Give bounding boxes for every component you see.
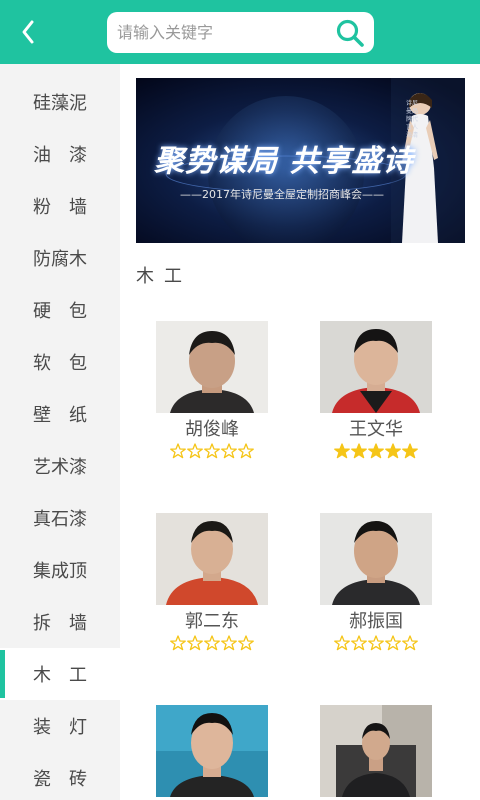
sidebar-item-art-paint[interactable]: 艺术漆 [0, 440, 120, 492]
sidebar-item-label: 瓷 砖 [33, 769, 87, 790]
star-empty-icon [368, 635, 384, 651]
star-filled-icon [368, 443, 384, 459]
star-empty-icon [204, 443, 220, 459]
sidebar-item-label: 装 灯 [33, 717, 87, 738]
back-button[interactable] [14, 18, 42, 46]
star-empty-icon [334, 635, 350, 651]
sidebar-item-label: 硅藻泥 [33, 93, 87, 114]
sidebar-item-wallpaper[interactable]: 壁 纸 [0, 388, 120, 440]
star-filled-icon [385, 443, 401, 459]
star-empty-icon [187, 635, 203, 651]
worker-card[interactable]: 郝振国 [320, 513, 432, 651]
section-title: 木工 [136, 266, 192, 287]
sidebar-item-label: 油 漆 [33, 145, 87, 166]
star-empty-icon [221, 635, 237, 651]
worker-card[interactable] [156, 705, 268, 800]
worker-name: 王文华 [349, 419, 403, 440]
star-empty-icon [238, 635, 254, 651]
sidebar-item-label: 软 包 [33, 353, 87, 374]
sidebar-item-label: 集成顶 [33, 561, 87, 582]
star-empty-icon [351, 635, 367, 651]
chevron-left-icon [22, 20, 34, 44]
worker-card[interactable]: 郭二东 [156, 513, 268, 651]
sidebar-item-integrated-ceiling[interactable]: 集成顶 [0, 544, 120, 596]
banner-subtitle: ——2017年诗尼曼全屋定制招商峰会—— [180, 188, 384, 201]
worker-photo [156, 705, 268, 797]
search-button[interactable] [334, 17, 366, 49]
sidebar-item-label: 硬 包 [33, 301, 87, 322]
star-empty-icon [402, 635, 418, 651]
sidebar-item-label: 粉 墙 [33, 197, 87, 218]
sidebar-item-stone-paint[interactable]: 真石漆 [0, 492, 120, 544]
sidebar-item-carpentry[interactable]: 木 工 [0, 648, 120, 700]
rating-stars [320, 635, 432, 651]
star-filled-icon [334, 443, 350, 459]
worker-photo [156, 321, 268, 413]
sidebar-item-wall-plaster[interactable]: 粉 墙 [0, 180, 120, 232]
worker-photo [320, 321, 432, 413]
sidebar-item-lighting[interactable]: 装 灯 [0, 700, 120, 752]
rating-stars [156, 635, 268, 651]
search-box [107, 12, 374, 53]
rating-stars [156, 443, 268, 459]
banner-title: 聚势谋局 共享盛诗 [154, 144, 414, 179]
star-empty-icon [238, 443, 254, 459]
rating-stars [320, 443, 432, 459]
star-empty-icon [170, 443, 186, 459]
star-empty-icon [221, 443, 237, 459]
sidebar-item-label: 真石漆 [33, 509, 87, 530]
sidebar-item-paint[interactable]: 油 漆 [0, 128, 120, 180]
worker-card[interactable]: 胡俊峰 [156, 321, 268, 459]
banner-side-text: 诗尼曼品牌代言人 海清 [406, 100, 419, 139]
star-empty-icon [385, 635, 401, 651]
sidebar-item-wall-demolition[interactable]: 拆 墙 [0, 596, 120, 648]
worker-card[interactable]: 王文华 [320, 321, 432, 459]
sidebar-item-diatom-mud[interactable]: 硅藻泥 [0, 76, 120, 128]
search-icon [336, 19, 364, 47]
sidebar-item-label: 木 工 [33, 665, 87, 686]
star-filled-icon [351, 443, 367, 459]
category-sidebar: 硅藻泥 油 漆 粉 墙 防腐木 硬 包 软 包 壁 纸 艺术漆 真石漆 集成顶 … [0, 64, 120, 800]
sidebar-item-label: 壁 纸 [33, 405, 87, 426]
star-empty-icon [187, 443, 203, 459]
sidebar-item-soft-panel[interactable]: 软 包 [0, 336, 120, 388]
star-filled-icon [402, 443, 418, 459]
sidebar-item-label: 拆 墙 [33, 613, 87, 634]
star-empty-icon [170, 635, 186, 651]
worker-name: 郭二东 [185, 611, 239, 632]
promo-banner[interactable]: 聚势谋局 共享盛诗 ——2017年诗尼曼全屋定制招商峰会—— 诗尼曼品牌代言人 … [136, 78, 465, 243]
worker-photo [320, 513, 432, 605]
worker-photo [320, 705, 432, 797]
sidebar-item-hard-panel[interactable]: 硬 包 [0, 284, 120, 336]
top-bar [0, 0, 480, 64]
worker-name: 胡俊峰 [185, 419, 239, 440]
sidebar-item-tiles[interactable]: 瓷 砖 [0, 752, 120, 800]
worker-photo [156, 513, 268, 605]
worker-name: 郝振国 [349, 611, 403, 632]
worker-card[interactable] [320, 705, 432, 800]
search-input[interactable] [117, 18, 327, 47]
star-empty-icon [204, 635, 220, 651]
sidebar-item-label: 艺术漆 [33, 457, 87, 478]
sidebar-item-label: 防腐木 [33, 249, 87, 270]
sidebar-item-preserved-wood[interactable]: 防腐木 [0, 232, 120, 284]
